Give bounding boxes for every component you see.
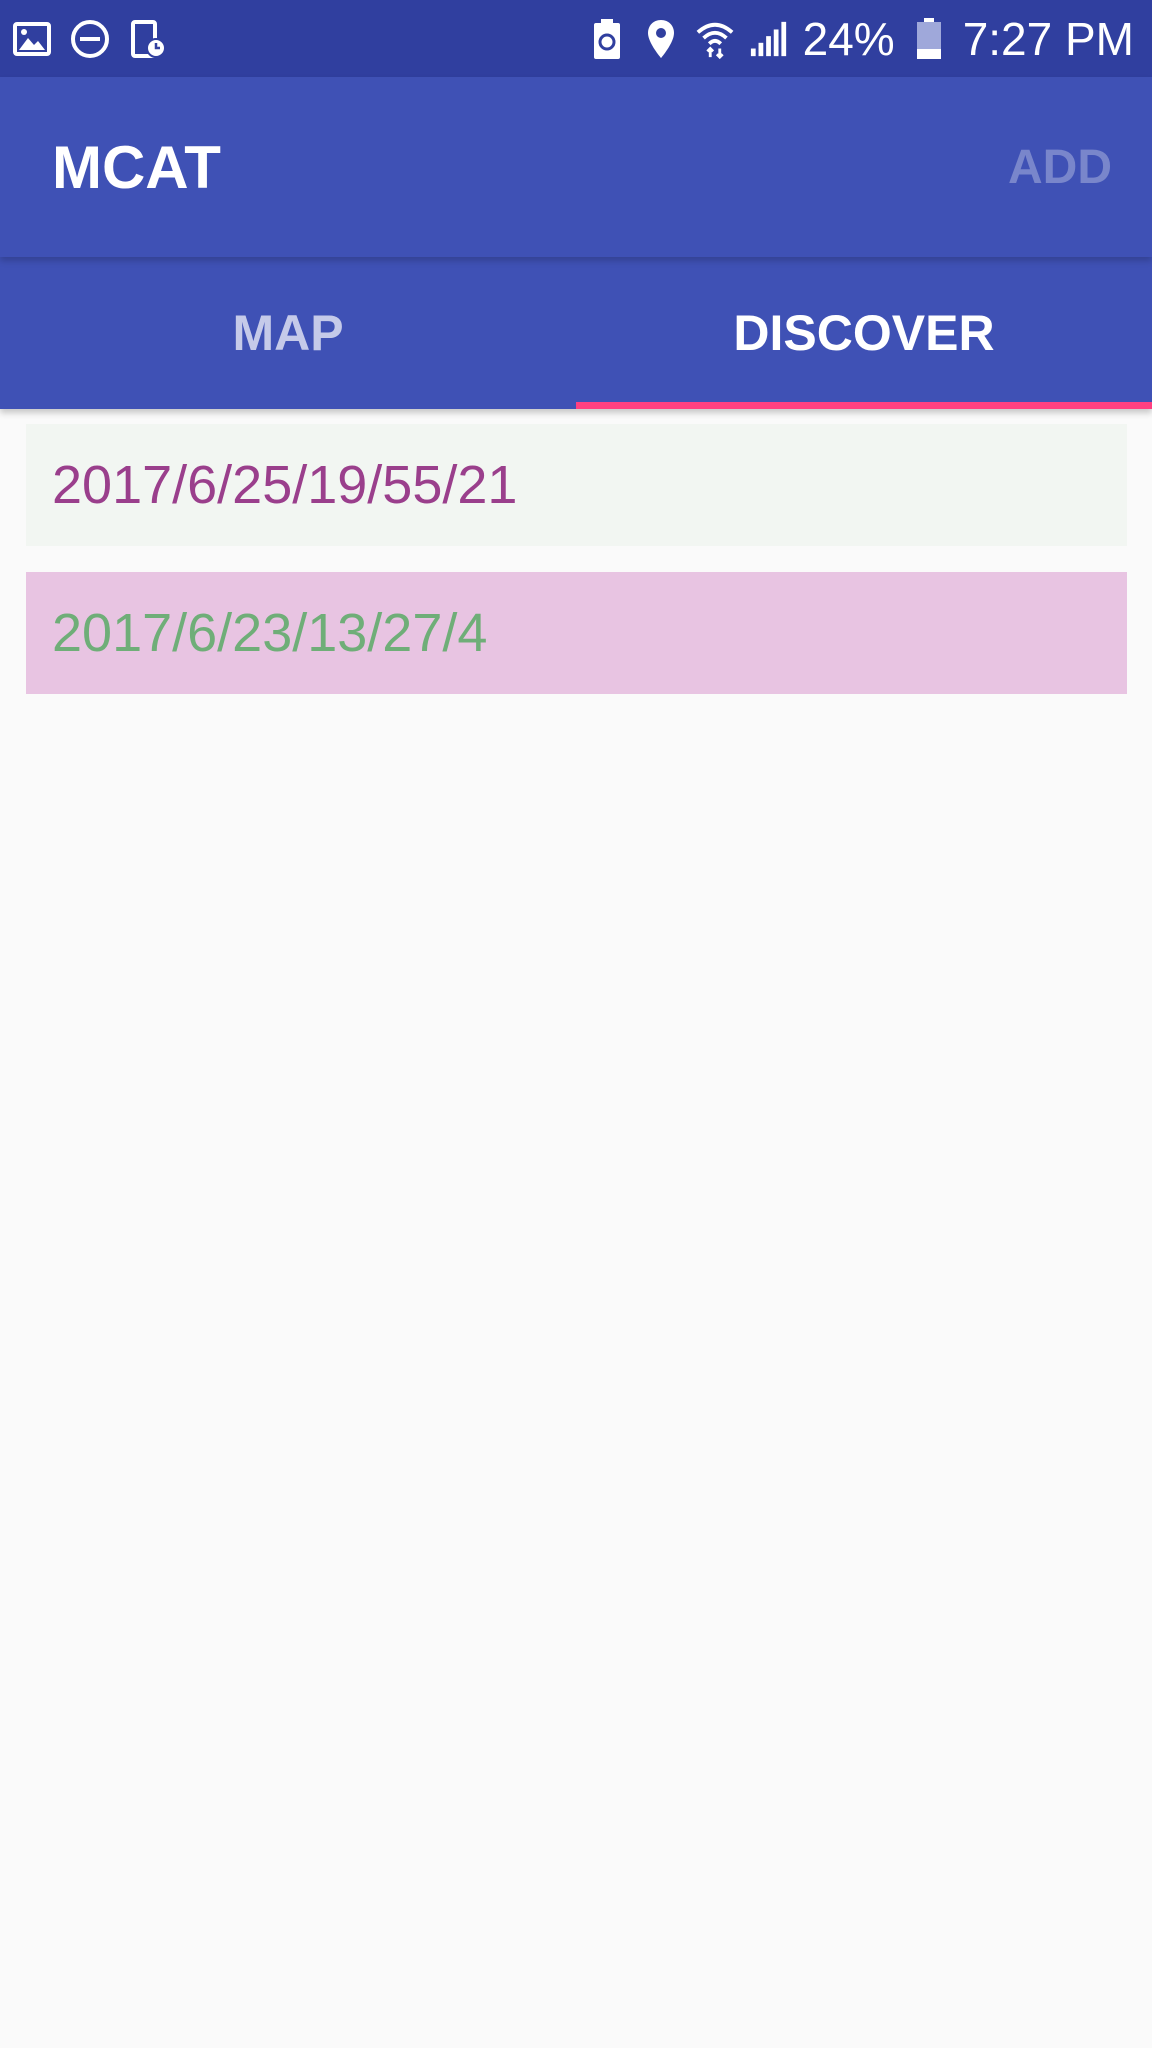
list-item-text: 2017/6/23/13/27/4 [52,603,488,663]
clock: 7:27 PM [962,12,1134,65]
tab-discover-label: DISCOVER [733,305,995,361]
signal-icon [749,19,789,59]
battery-saver-icon [587,18,627,59]
list-item[interactable]: 2017/6/23/13/27/4 [26,572,1127,694]
do-not-disturb-icon [70,19,110,59]
app-title: MCAT [52,133,221,201]
list-item[interactable]: 2017/6/25/19/55/21 [26,424,1127,546]
screen-timer-icon [128,19,168,59]
app-bar: MCAT ADD [0,77,1152,257]
discover-list: 2017/6/25/19/55/21 2017/6/23/13/27/4 [26,424,1127,720]
wifi-icon [695,19,735,59]
tab-map[interactable]: MAP [0,257,576,409]
add-button[interactable]: ADD [1008,77,1112,257]
status-bar: 24% 7:27 PM [0,0,1152,77]
tab-bar: MAP DISCOVER [0,257,1152,409]
list-item-text: 2017/6/25/19/55/21 [52,455,518,515]
tab-map-label: MAP [232,305,344,361]
battery-icon [909,17,949,59]
status-bar-left [12,14,168,64]
tab-indicator [576,402,1152,409]
tab-discover[interactable]: DISCOVER [576,257,1152,409]
battery-percent: 24% [802,12,895,65]
location-icon [641,19,681,59]
status-bar-right: 24% 7:27 PM [587,0,1134,77]
image-icon [12,19,52,59]
